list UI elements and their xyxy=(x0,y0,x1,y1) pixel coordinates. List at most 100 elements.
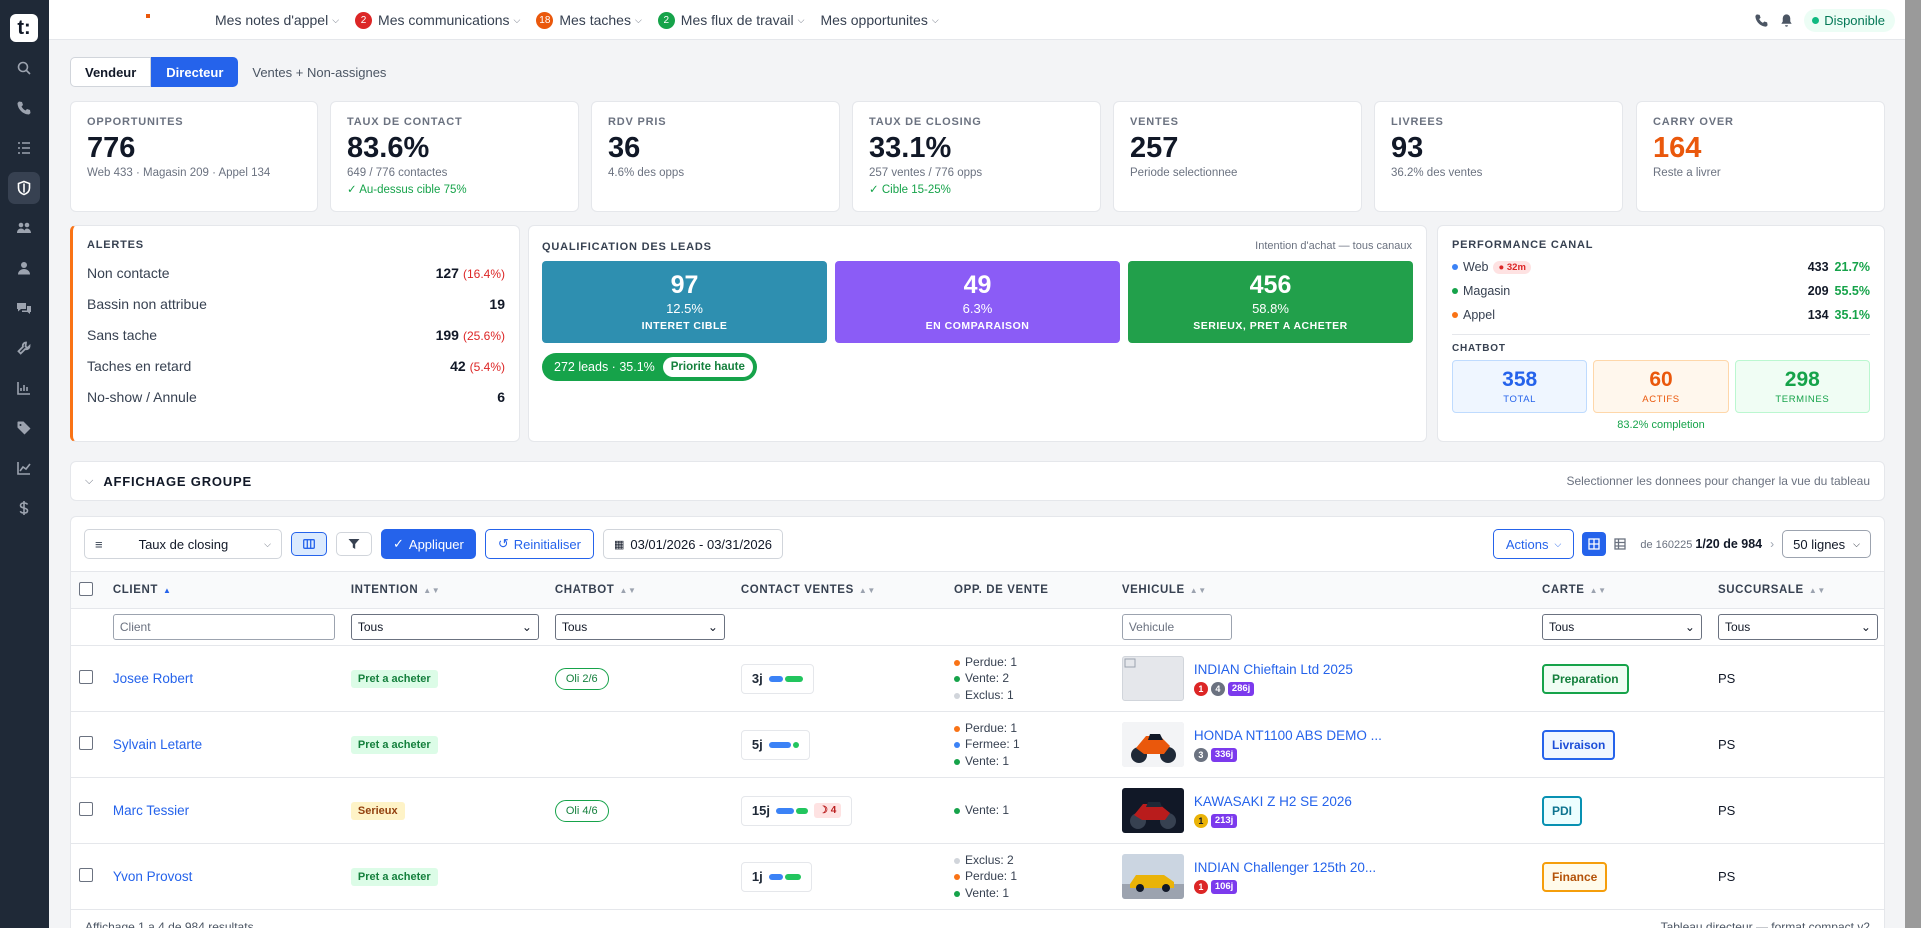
alert-row[interactable]: Bassin non attribue 19 xyxy=(87,288,505,319)
client-link[interactable]: Josee Robert xyxy=(113,671,193,686)
nav-communications[interactable]: 2 Mes communications ⌵ xyxy=(355,11,520,29)
chatbot-termines[interactable]: 298 TERMINES xyxy=(1734,360,1870,413)
dollar-icon[interactable] xyxy=(8,492,40,524)
shield-icon[interactable] xyxy=(8,172,40,204)
wrench-icon[interactable] xyxy=(8,332,40,364)
channel-row-appel[interactable]: Appel 134 35.1% xyxy=(1452,303,1870,327)
chatbot-pill[interactable]: Oli 4/6 xyxy=(554,799,609,822)
group-view-bar[interactable]: ⌵ AFFICHAGE GROUPE Selectionner les donn… xyxy=(70,461,1885,501)
tag-icon[interactable] xyxy=(8,412,40,444)
carte-badge[interactable]: PDI xyxy=(1541,795,1582,826)
nav-taches[interactable]: 18 Mes taches ⌵ xyxy=(536,11,642,29)
nav-notes-appel[interactable]: Mes notes d'appel ⌵ xyxy=(215,12,339,28)
table-row[interactable]: Sylvain Letarte Pret a acheter 5j Perdue… xyxy=(71,711,1884,778)
sort-asc-icon[interactable]: ▲ xyxy=(163,586,172,595)
succursale-filter-select[interactable]: Tous ⌄ xyxy=(1717,614,1878,640)
carte-badge[interactable]: Finance xyxy=(1541,861,1608,892)
tasks-icon[interactable] xyxy=(8,132,40,164)
user-icon[interactable] xyxy=(8,252,40,284)
team-icon[interactable] xyxy=(8,212,40,244)
col-succursale[interactable]: SUCCURSALE ▲▼ xyxy=(1709,571,1884,609)
channel-row-magasin[interactable]: Magasin 209 55.5% xyxy=(1452,279,1870,303)
vehicle-link[interactable]: INDIAN Challenger 125th 20... xyxy=(1194,860,1376,875)
vehicle-image[interactable] xyxy=(1121,854,1184,899)
col-carte[interactable]: CARTE ▲▼ xyxy=(1533,571,1710,609)
client-link[interactable]: Sylvain Letarte xyxy=(113,737,202,752)
col-chatbot[interactable]: CHATBOT ▲▼ xyxy=(546,571,733,609)
filter-button[interactable] xyxy=(336,532,372,556)
search-icon[interactable] xyxy=(8,52,40,84)
client-link[interactable]: Marc Tessier xyxy=(113,803,189,818)
chatbot-actifs[interactable]: 60 ACTIFS xyxy=(1593,360,1729,413)
table-view-button[interactable] xyxy=(1608,532,1632,556)
contact-ventes-box[interactable]: 5j xyxy=(740,729,810,760)
vehicle-link[interactable]: KAWASAKI Z H2 SE 2026 xyxy=(1194,794,1352,809)
vehicle-link[interactable]: INDIAN Chieftain Ltd 2025 xyxy=(1194,662,1353,677)
apply-button[interactable]: ✓ Appliquer xyxy=(381,529,476,559)
vehicule-filter-input[interactable]: Vehicule xyxy=(1121,614,1232,640)
vendeur-button[interactable]: Vendeur xyxy=(70,57,152,87)
carte-badge[interactable]: Preparation xyxy=(1541,663,1629,694)
grid-view-button[interactable] xyxy=(1582,532,1607,556)
client-link[interactable]: Yvon Provost xyxy=(113,869,193,884)
row-checkbox[interactable] xyxy=(79,736,93,750)
contact-ventes-box[interactable]: 15j ☽ 4 xyxy=(740,795,853,826)
alert-row[interactable]: Non contacte 127 (16.4%) xyxy=(87,257,505,288)
alert-row[interactable]: Sans tache 199 (25.6%) xyxy=(87,319,505,350)
nav-opportunites[interactable]: Mes opportunites ⌵ xyxy=(820,12,938,28)
rows-per-page-select[interactable]: 50 lignes ⌵ xyxy=(1782,530,1871,558)
table-row[interactable]: Marc Tessier Serieux Oli 4/6 15j ☽ 4 Vent… xyxy=(71,777,1884,844)
col-client[interactable]: CLIENT ▲ xyxy=(104,571,343,609)
table-row[interactable]: Josee Robert Pret a acheter Oli 2/6 3j P… xyxy=(71,645,1884,712)
analytics-icon[interactable] xyxy=(8,452,40,484)
vehicle-image[interactable] xyxy=(1121,788,1184,833)
chat-icon[interactable] xyxy=(8,292,40,324)
channel-row-web[interactable]: Web ● 32m 433 21.7% xyxy=(1452,255,1870,279)
sort-icon[interactable]: ▲▼ xyxy=(1190,586,1207,595)
next-page-icon[interactable]: › xyxy=(1770,537,1774,551)
status-badge[interactable]: Disponible xyxy=(1804,9,1895,32)
carte-filter-select[interactable]: Tous ⌄ xyxy=(1541,614,1702,640)
sort-icon[interactable]: ▲▼ xyxy=(1809,586,1826,595)
phone-icon[interactable] xyxy=(8,92,40,124)
qual-card-comparaison[interactable]: 49 6.3% EN COMPARAISON xyxy=(835,261,1120,343)
alert-row[interactable]: No-show / Annule 6 xyxy=(87,381,505,412)
row-checkbox[interactable] xyxy=(79,802,93,816)
contact-ventes-box[interactable]: 3j xyxy=(740,663,814,694)
bell-icon[interactable] xyxy=(1779,13,1794,28)
chatbot-pill[interactable]: Oli 2/6 xyxy=(554,667,609,690)
qual-card-interet[interactable]: 97 12.5% INTERET CIBLE xyxy=(542,261,827,343)
vehicle-image-placeholder[interactable] xyxy=(1121,656,1184,701)
actions-button[interactable]: Actions ⌵ xyxy=(1492,529,1575,559)
row-checkbox[interactable] xyxy=(79,868,93,882)
window-scrollbar[interactable] xyxy=(1905,0,1921,928)
reset-button[interactable]: ↺ Reinitialiser xyxy=(484,529,594,559)
date-range-picker[interactable]: ▦ 03/01/2026 - 03/31/2026 xyxy=(602,529,784,559)
client-filter-input[interactable]: Client xyxy=(112,614,335,640)
vehicle-link[interactable]: HONDA NT1100 ABS DEMO ... xyxy=(1194,728,1382,743)
row-checkbox[interactable] xyxy=(79,670,93,684)
col-vehicule[interactable]: VEHICULE ▲▼ xyxy=(1113,571,1534,609)
nav-flux-travail[interactable]: 2 Mes flux de travail ⌵ xyxy=(657,11,804,29)
chatbot-total[interactable]: 358 TOTAL xyxy=(1452,360,1588,413)
table-row[interactable]: Yvon Provost Pret a acheter 1j Exclus: 2… xyxy=(71,843,1884,910)
sort-icon[interactable]: ▲▼ xyxy=(859,586,876,595)
sort-icon[interactable]: ▲▼ xyxy=(619,586,636,595)
report-icon[interactable] xyxy=(8,372,40,404)
chevron-down-icon[interactable]: ⌵ xyxy=(85,475,93,488)
columns-toggle-button[interactable] xyxy=(291,532,327,556)
phone-icon[interactable] xyxy=(1754,13,1769,28)
col-intention[interactable]: INTENTION ▲▼ xyxy=(342,571,547,609)
select-all-checkbox[interactable] xyxy=(79,581,93,596)
contact-ventes-box[interactable]: 1j xyxy=(740,861,812,892)
col-contact-ventes[interactable]: CONTACT VENTES ▲▼ xyxy=(732,571,947,609)
chatbot-filter-select[interactable]: Tous ⌄ xyxy=(554,614,725,640)
carte-badge[interactable]: Livraison xyxy=(1541,729,1616,760)
alert-row[interactable]: Taches en retard 42 (5.4%) xyxy=(87,350,505,381)
metric-select[interactable]: ≡ Taux de closing ⌵ xyxy=(84,529,282,559)
sort-icon[interactable]: ▲▼ xyxy=(423,586,440,595)
intention-filter-select[interactable]: Tous ⌄ xyxy=(350,614,539,640)
priority-pill[interactable]: 272 leads · 35.1% Priorite haute xyxy=(542,353,757,381)
directeur-button[interactable]: Directeur xyxy=(151,57,239,87)
vehicle-image[interactable] xyxy=(1121,722,1184,767)
